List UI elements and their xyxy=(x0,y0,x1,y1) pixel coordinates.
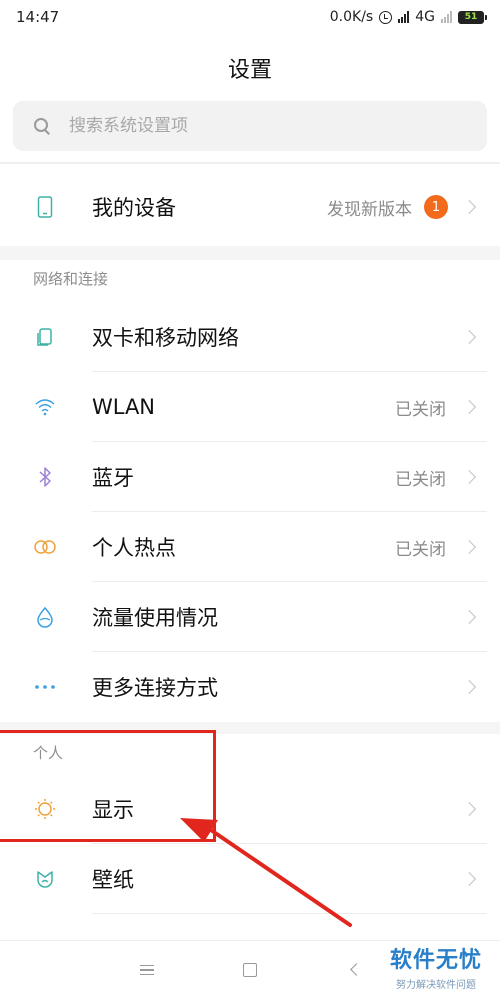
section-gap xyxy=(0,246,500,260)
section-title-personal: 个人 xyxy=(33,744,64,762)
wallpaper-icon xyxy=(33,867,57,891)
section-gap xyxy=(0,722,500,734)
settings-item-label: 双卡和移动网络 xyxy=(92,326,239,350)
more-dots-icon xyxy=(33,675,57,699)
status-indicators: 0.0K/s 4G 51 xyxy=(329,9,487,25)
sim-cards-icon xyxy=(33,325,57,349)
battery-icon: 51 xyxy=(458,10,487,24)
settings-item-data-usage[interactable]: 流量使用情况 xyxy=(0,582,500,652)
wifi-icon xyxy=(33,395,57,419)
settings-item-wlan[interactable]: WLAN 已关闭 xyxy=(0,372,500,442)
signal-secondary-icon xyxy=(441,11,452,23)
watermark: 软件无忧 努力解决软件问题 xyxy=(390,942,482,991)
chevron-right-icon xyxy=(461,469,477,485)
chevron-right-icon xyxy=(461,199,477,215)
menu-icon[interactable] xyxy=(140,965,154,975)
chevron-right-icon xyxy=(461,679,477,695)
settings-item-wallpaper[interactable]: 壁纸 xyxy=(0,844,500,914)
my-device-label: 我的设备 xyxy=(92,196,176,220)
page-title: 设置 xyxy=(227,58,272,83)
brightness-icon xyxy=(33,797,57,821)
settings-item-label: 蓝牙 xyxy=(92,466,134,490)
watermark-subtitle: 努力解决软件问题 xyxy=(395,980,476,991)
chevron-right-icon xyxy=(461,609,477,625)
settings-item-display[interactable]: 显示 xyxy=(0,774,500,844)
network-speed: 0.0K/s xyxy=(329,9,374,25)
settings-item-label: 壁纸 xyxy=(92,868,134,892)
search-icon xyxy=(33,117,51,135)
settings-item-label: WLAN xyxy=(92,395,156,419)
back-icon[interactable] xyxy=(350,963,363,976)
my-device-item[interactable]: 我的设备 发现新版本 1 xyxy=(0,172,500,242)
settings-item-more-connections[interactable]: 更多连接方式 xyxy=(0,652,500,722)
alarm-icon xyxy=(379,10,393,24)
bluetooth-status: 已关闭 xyxy=(395,469,446,490)
home-icon[interactable] xyxy=(243,963,257,977)
bluetooth-icon xyxy=(33,465,57,489)
row-divider xyxy=(92,913,487,914)
hotspot-icon xyxy=(33,535,57,559)
hotspot-status: 已关闭 xyxy=(395,539,446,560)
settings-item-dual-sim[interactable]: 双卡和移动网络 xyxy=(0,302,500,372)
wlan-status: 已关闭 xyxy=(395,399,446,420)
chevron-right-icon xyxy=(461,801,477,817)
network-type: 4G xyxy=(415,9,435,25)
search-box[interactable] xyxy=(13,101,487,151)
status-bar: 14:47 0.0K/s 4G 51 xyxy=(0,0,500,34)
settings-item-bluetooth[interactable]: 蓝牙 已关闭 xyxy=(0,442,500,512)
settings-item-label: 个人热点 xyxy=(92,536,176,560)
watermark-title: 软件无忧 xyxy=(389,948,482,973)
update-notice: 发现新版本 xyxy=(327,199,412,220)
section-title-network: 网络和连接 xyxy=(33,270,109,288)
chevron-right-icon xyxy=(461,329,477,345)
status-time: 14:47 xyxy=(16,8,60,26)
chevron-right-icon xyxy=(461,399,477,415)
settings-item-label: 流量使用情况 xyxy=(92,606,218,630)
signal-icon xyxy=(398,11,410,23)
settings-item-label: 显示 xyxy=(92,798,134,822)
settings-item-hotspot[interactable]: 个人热点 已关闭 xyxy=(0,512,500,582)
settings-item-label: 更多连接方式 xyxy=(92,676,218,700)
phone-icon xyxy=(33,195,57,219)
data-usage-icon xyxy=(33,605,57,629)
search-input[interactable] xyxy=(69,116,429,136)
chevron-right-icon xyxy=(461,871,477,887)
chevron-right-icon xyxy=(461,539,477,555)
update-badge: 1 xyxy=(424,195,448,219)
divider xyxy=(0,162,500,164)
